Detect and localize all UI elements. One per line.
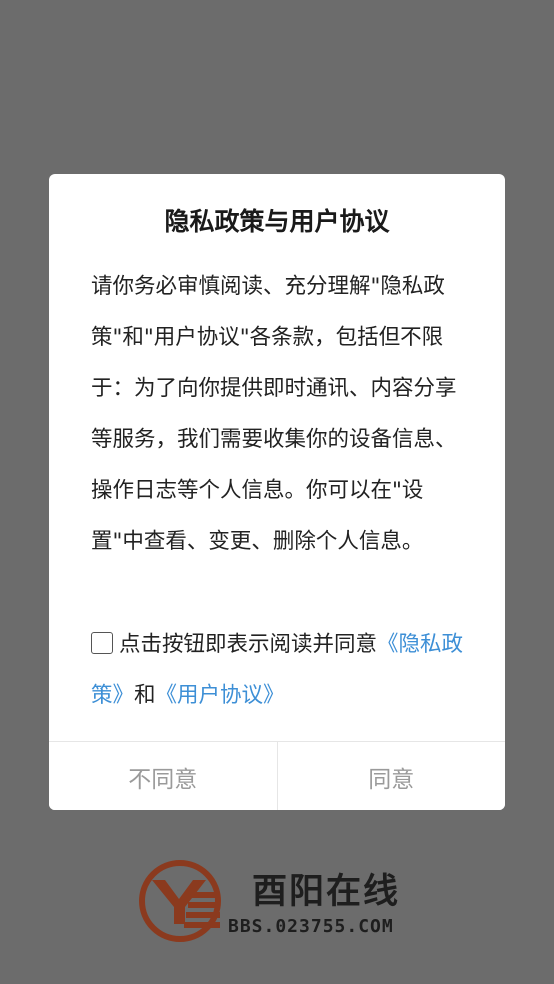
consent-checkbox[interactable] [91, 632, 113, 654]
dialog-button-row: 不同意 同意 [49, 741, 505, 810]
ye-logo-icon [139, 860, 221, 942]
consent-row: 点击按钮即表示阅读并同意《隐私政策》和《用户协议》 [91, 619, 469, 721]
privacy-dialog: 隐私政策与用户协议 请你务必审慎阅读、充分理解"隐私政策"和"用户协议"各条款，… [49, 174, 505, 810]
user-agreement-link[interactable]: 《用户协议》 [156, 683, 285, 708]
consent-prefix: 点击按钮即表示阅读并同意 [119, 632, 378, 657]
brand-name: 酉阳在线 [252, 872, 401, 912]
brand-footer: 酉阳在线 BBS.023755.COM [138, 858, 438, 948]
brand-url: BBS.023755.COM [228, 916, 394, 937]
disagree-button[interactable]: 不同意 [49, 742, 277, 810]
agree-button[interactable]: 同意 [276, 742, 505, 810]
dialog-title: 隐私政策与用户协议 [164, 207, 390, 236]
consent-conjunction: 和 [134, 683, 156, 708]
dialog-body-text: 请你务必审慎阅读、充分理解"隐私政策"和"用户协议"各条款，包括但不限于：为了向… [91, 274, 457, 554]
